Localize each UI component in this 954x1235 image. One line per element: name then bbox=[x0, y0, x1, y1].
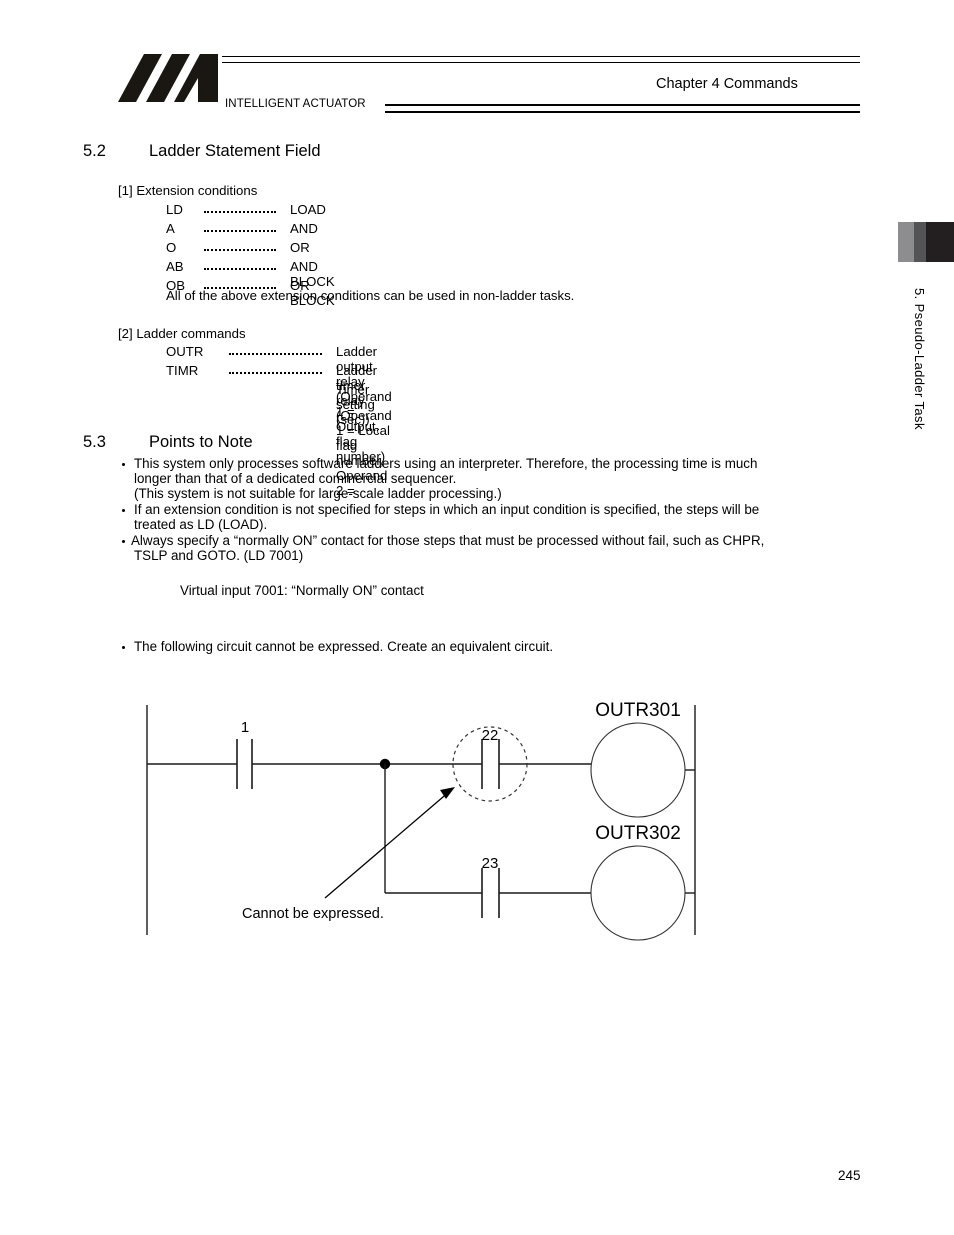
bullet-dot-icon bbox=[122, 509, 126, 513]
list-item: If an extension condition is not specifi… bbox=[122, 502, 882, 532]
section-title-52: Ladder Statement Field bbox=[149, 142, 321, 160]
list-item: This system only processes software ladd… bbox=[122, 456, 882, 501]
definition-abbr: O bbox=[166, 240, 177, 255]
definition-abbr: LD bbox=[166, 202, 183, 217]
side-tab-segment-dark bbox=[925, 222, 954, 262]
list-item: The following circuit cannot be expresse… bbox=[122, 639, 882, 654]
points-to-note-list: This system only processes software ladd… bbox=[122, 456, 882, 563]
side-tab-marker bbox=[898, 222, 954, 262]
coil-outr301 bbox=[590, 722, 686, 818]
leader-dots bbox=[204, 230, 276, 232]
coil-outr302-label: OUTR302 bbox=[595, 823, 681, 844]
leader-dots bbox=[229, 353, 322, 355]
section-number-52: 5.2 bbox=[83, 142, 106, 160]
extension-conditions-heading: [1] Extension conditions bbox=[118, 183, 258, 198]
leader-dots bbox=[229, 372, 322, 374]
extension-conditions-note: All of the above extension conditions ca… bbox=[166, 288, 575, 303]
leader-dots bbox=[204, 211, 276, 213]
chapter-label: Chapter 4 Commands bbox=[656, 76, 798, 92]
ia-logo bbox=[100, 52, 230, 104]
document-page: INTELLIGENT ACTUATOR Chapter 4 Commands … bbox=[0, 0, 954, 1235]
list-item-line: If an extension condition is not specifi… bbox=[134, 502, 760, 517]
contact-23-label: 23 bbox=[482, 855, 499, 872]
section-title-53: Points to Note bbox=[149, 433, 253, 451]
definition-desc: OR bbox=[290, 240, 310, 255]
bullet-dot-icon bbox=[122, 463, 126, 467]
section-heading-53: 5.3 Points to Note bbox=[83, 433, 253, 452]
definition-abbr: TIMR bbox=[166, 363, 199, 378]
figure-intro-list: The following circuit cannot be expresse… bbox=[122, 639, 882, 654]
side-tab-segment-mid bbox=[913, 222, 926, 262]
definition-abbr: OUTR bbox=[166, 344, 204, 359]
annotation-arrow-line bbox=[324, 790, 451, 899]
ladder-commands-heading: [2] Ladder commands bbox=[118, 326, 246, 341]
section-number-53: 5.3 bbox=[83, 433, 106, 451]
list-item-line: This system only processes software ladd… bbox=[134, 456, 758, 471]
definition-abbr: A bbox=[166, 221, 175, 236]
bullet-dot-icon bbox=[122, 540, 126, 544]
figure-intro-text: The following circuit cannot be expresse… bbox=[134, 639, 554, 654]
header-rule-top bbox=[222, 56, 860, 63]
section-heading-52: 5.2 Ladder Statement Field bbox=[83, 142, 321, 161]
list-item-line: Always specify a “normally ON” contact f… bbox=[131, 533, 765, 548]
list-item-line: treated as LD (LOAD). bbox=[134, 517, 268, 532]
leader-dots bbox=[204, 249, 276, 251]
side-tab-segment-light bbox=[898, 222, 914, 262]
list-item-line: TSLP and GOTO. (LD 7001) bbox=[134, 548, 304, 563]
header-rule-bottom bbox=[385, 104, 860, 113]
coil-outr302 bbox=[590, 845, 686, 941]
virtual-input-note: Virtual input 7001: “Normally ON” contac… bbox=[180, 583, 424, 598]
leader-dots bbox=[204, 268, 276, 270]
page-header: INTELLIGENT ACTUATOR Chapter 4 Commands bbox=[0, 0, 954, 130]
definition-abbr: AB bbox=[166, 259, 184, 274]
ia-logo-icon bbox=[118, 54, 218, 102]
page-number: 245 bbox=[838, 1168, 861, 1183]
list-item-line: (This system is not suitable for large-s… bbox=[134, 486, 502, 501]
definition-desc-line2: Timer setting (sec)) bbox=[336, 382, 375, 427]
coil-outr301-label: OUTR301 bbox=[595, 700, 681, 721]
list-item-line: longer than that of a dedicated commerci… bbox=[134, 471, 457, 486]
side-tab-label: 5. Pseudo-Ladder Task bbox=[912, 288, 927, 430]
company-name: INTELLIGENT ACTUATOR bbox=[225, 98, 366, 110]
bullet-dot-icon bbox=[122, 646, 126, 650]
ladder-diagram: 1 22 23 OUTR301 OUTR302 Cannot be expres… bbox=[0, 660, 954, 960]
contact-1-label: 1 bbox=[241, 719, 249, 736]
cannot-be-expressed-label: Cannot be expressed. bbox=[242, 906, 384, 922]
list-item: Always specify a “normally ON” contact f… bbox=[122, 533, 882, 563]
ladder-diagram-svg: 1 22 23 OUTR301 OUTR302 Cannot be expres… bbox=[146, 700, 696, 941]
definition-desc: LOAD bbox=[290, 202, 326, 217]
contact-22-label: 22 bbox=[482, 727, 499, 744]
definition-desc: AND bbox=[290, 221, 318, 236]
